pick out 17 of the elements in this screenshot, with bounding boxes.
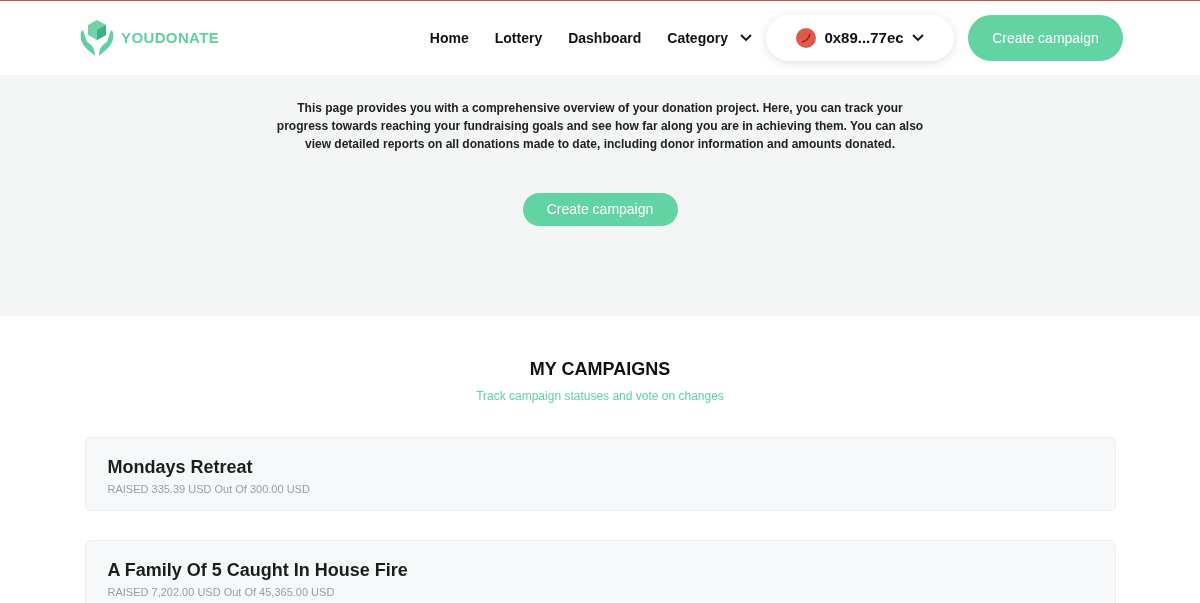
section-title: MY CAMPAIGNS (529, 358, 671, 381)
hero-description: This page provides you with a comprehensive overview of your donation project. Here, you can track your progress towards reaching your fundraising goals and see how far along you are in achieving them. You can also view detailed reports on all donations made to date, including donor information and amounts donated. (275, 100, 925, 153)
campaign-card[interactable]: Mondays Retreat RAISED 335.39 USD Out Of 300.00 USD (84, 437, 1116, 511)
chevron-icon (740, 34, 752, 42)
wallet-button[interactable]: 0x89...77ec (766, 15, 954, 61)
campaign-title: Mondays Retreat (107, 456, 253, 478)
avatar-icon (796, 28, 817, 48)
campaign-raised: RAISED 7,202.00 USD Out Of 45,365.00 USD (107, 585, 335, 600)
campaign-card[interactable]: A Family Of 5 Caught In House Fire RAISED 7,202.00 USD Out Of 45,365.00 USD (84, 540, 1116, 603)
section-subtitle: Track campaign statuses and vote on changes (476, 388, 724, 405)
campaign-raised: RAISED 335.39 USD Out Of 300.00 USD (107, 482, 310, 497)
nav-link[interactable]: Lottery (494, 27, 543, 49)
category-dropdown[interactable]: Category (667, 27, 752, 49)
campaign-title: A Family Of 5 Caught In House Fire (107, 559, 408, 581)
nav-link[interactable]: Home (429, 27, 469, 49)
chevron-icon (911, 34, 924, 42)
nav-link[interactable]: Dashboard (568, 27, 642, 49)
